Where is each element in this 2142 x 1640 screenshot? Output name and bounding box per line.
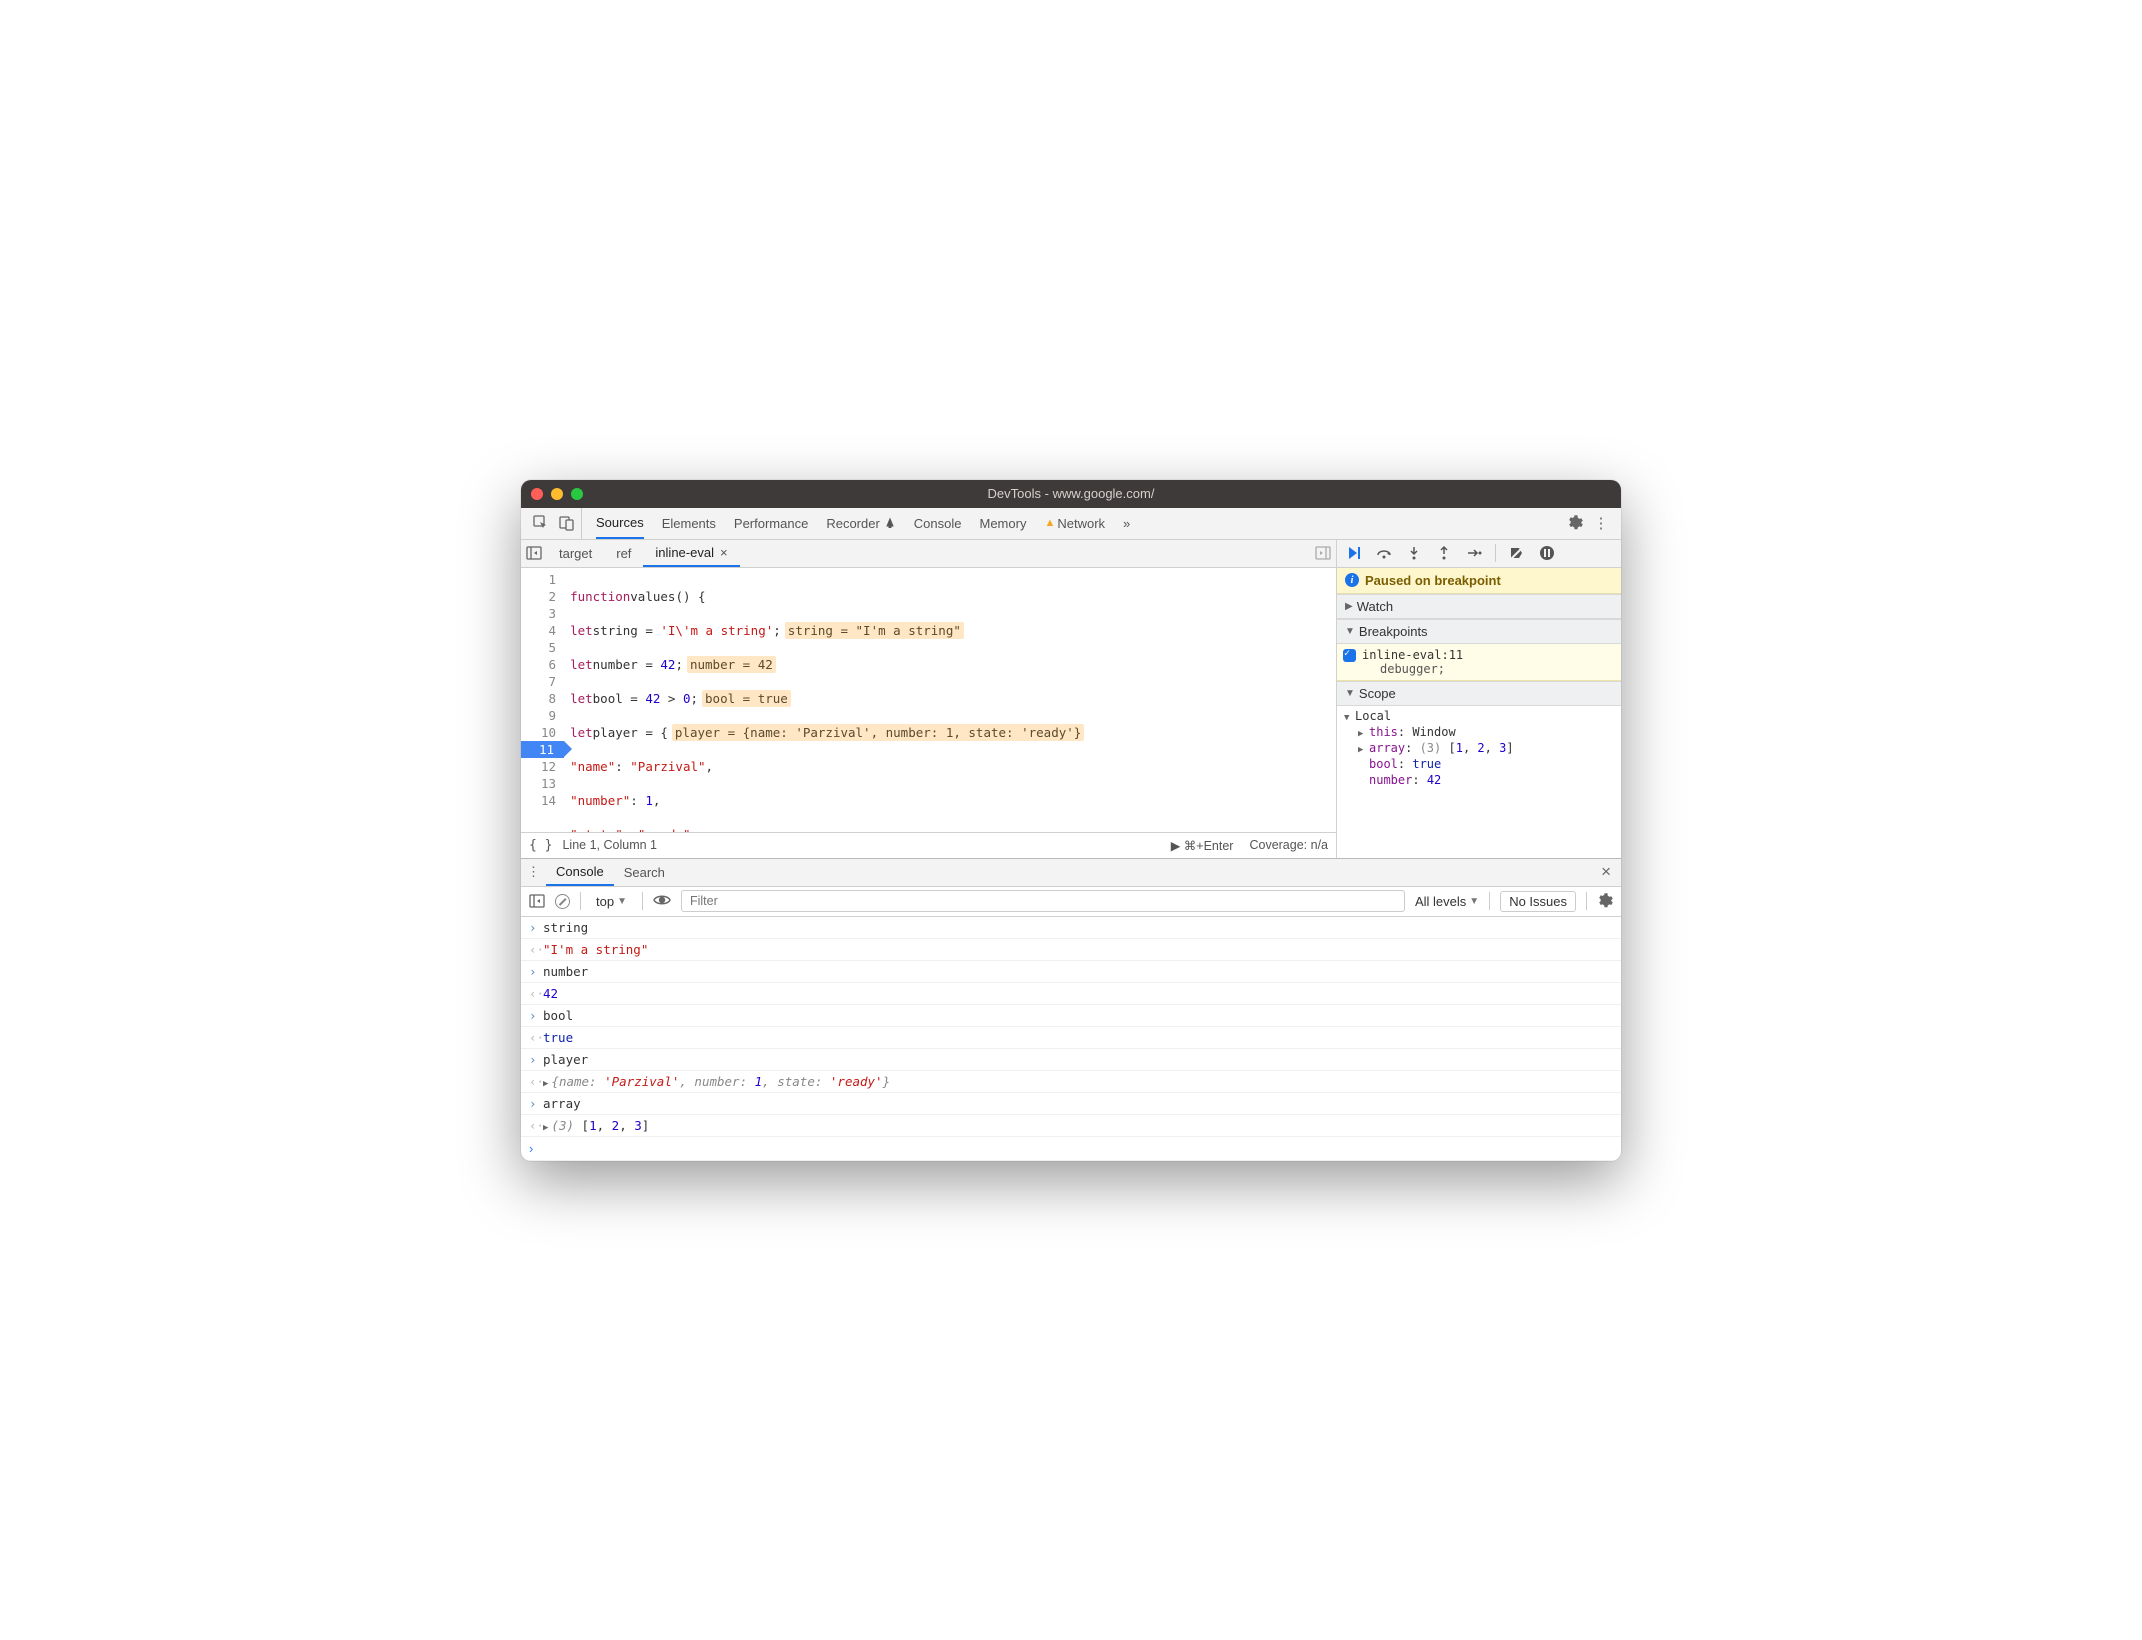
inline-eval-badge: bool = true — [702, 690, 791, 707]
step-into-button[interactable] — [1405, 544, 1423, 562]
clear-console-icon[interactable] — [555, 894, 570, 909]
console-row: ‹·"I'm a string" — [521, 939, 1621, 961]
console-row: ‹·▶{name: 'Parzival', number: 1, state: … — [521, 1071, 1621, 1093]
console-row: ›array — [521, 1093, 1621, 1115]
paused-banner: i Paused on breakpoint — [1337, 568, 1621, 594]
main-toolbar: Sources Elements Performance Recorder Co… — [521, 508, 1621, 540]
step-button[interactable] — [1465, 544, 1483, 562]
step-over-button[interactable] — [1375, 544, 1393, 562]
output-arrow-icon: ‹· — [529, 1030, 543, 1045]
step-out-button[interactable] — [1435, 544, 1453, 562]
console-row: ›bool — [521, 1005, 1621, 1027]
titlebar: DevTools - www.google.com/ — [521, 480, 1621, 508]
inline-eval-badge: number = 42 — [687, 656, 776, 673]
file-tab-ref[interactable]: ref — [604, 540, 643, 567]
console-prompt[interactable]: › — [521, 1137, 1621, 1161]
output-arrow-icon: ‹· — [529, 1118, 543, 1133]
output-arrow-icon: ‹· — [529, 942, 543, 957]
inspect-element-icon[interactable] — [533, 515, 549, 531]
input-arrow-icon: › — [529, 1008, 543, 1023]
console-row: ‹·42 — [521, 983, 1621, 1005]
live-expression-icon[interactable] — [653, 893, 671, 910]
panel-tabs: Sources Elements Performance Recorder Co… — [581, 508, 1144, 539]
inline-eval-badge: string = "I'm a string" — [785, 622, 964, 639]
input-arrow-icon: › — [529, 1096, 543, 1111]
context-selector[interactable]: top ▼ — [591, 892, 632, 911]
tab-network[interactable]: Network — [1044, 508, 1105, 539]
editor-tabbar: target ref inline-eval× — [521, 540, 1336, 568]
editor-pane: 1234567891011121314 function values() { … — [521, 568, 1336, 858]
tab-memory[interactable]: Memory — [980, 508, 1027, 539]
close-drawer-icon[interactable]: × — [1597, 862, 1615, 882]
console-toolbar: top ▼ All levels ▼ No Issues — [521, 887, 1621, 917]
pretty-print-icon[interactable]: { } — [529, 838, 552, 853]
more-tabs-button[interactable]: » — [1123, 508, 1130, 539]
console-settings-icon[interactable] — [1597, 893, 1613, 909]
console-row: ›player — [521, 1049, 1621, 1071]
drawer-tab-console[interactable]: Console — [546, 859, 614, 886]
output-arrow-icon: ‹· — [529, 986, 543, 1001]
filter-input[interactable] — [681, 890, 1405, 912]
breakpoint-item[interactable]: inline-eval:11 debugger; — [1337, 644, 1621, 681]
kebab-menu-icon[interactable]: ⋮ — [1593, 515, 1609, 531]
file-tab-target[interactable]: target — [547, 540, 604, 567]
warning-icon — [1044, 517, 1055, 529]
pause-on-exceptions-button[interactable] — [1538, 544, 1556, 562]
drawer-tab-search[interactable]: Search — [614, 859, 675, 886]
file-tab-inline-eval[interactable]: inline-eval× — [643, 540, 739, 567]
window-title: DevTools - www.google.com/ — [521, 486, 1621, 501]
navigator-toggle-icon[interactable] — [521, 545, 547, 561]
console-drawer: ⋮ Console Search × top ▼ All levels ▼ No… — [521, 858, 1621, 1161]
resume-button[interactable] — [1345, 544, 1363, 562]
output-arrow-icon: ‹· — [529, 1074, 543, 1089]
console-row: ›string — [521, 917, 1621, 939]
scope-bool: bool: true — [1341, 756, 1617, 772]
issues-button[interactable]: No Issues — [1500, 891, 1576, 912]
inline-eval-badge: player = {name: 'Parzival', number: 1, s… — [672, 724, 1084, 741]
tab-console[interactable]: Console — [914, 508, 962, 539]
log-levels-selector[interactable]: All levels ▼ — [1415, 894, 1479, 909]
deactivate-breakpoints-button[interactable] — [1508, 544, 1526, 562]
code-area[interactable]: function values() { let string = 'I\'m a… — [564, 568, 1336, 832]
console-row: ‹·true — [521, 1027, 1621, 1049]
console-sidebar-toggle-icon[interactable] — [529, 893, 545, 909]
console-row: ›number — [521, 961, 1621, 983]
debugger-toolbar — [1336, 540, 1621, 568]
input-arrow-icon: › — [529, 1052, 543, 1067]
breakpoints-section-header[interactable]: ▼Breakpoints — [1337, 619, 1621, 644]
scope-section-header[interactable]: ▼Scope — [1337, 681, 1621, 706]
cursor-position: Line 1, Column 1 — [562, 838, 657, 852]
info-icon: i — [1345, 573, 1359, 587]
breakpoint-checkbox[interactable] — [1343, 649, 1356, 662]
line-gutter: 1234567891011121314 — [521, 568, 564, 832]
editor-statusbar: { } Line 1, Column 1 ▶ ⌘+Enter Coverage:… — [521, 832, 1336, 858]
scope-number: number: 42 — [1341, 772, 1617, 788]
tab-recorder[interactable]: Recorder — [826, 508, 895, 539]
tab-elements[interactable]: Elements — [662, 508, 716, 539]
scope-body: ▼Local ▶this: Window ▶array: (3) [1, 2, … — [1337, 706, 1621, 790]
drawer-menu-icon[interactable]: ⋮ — [527, 864, 540, 880]
input-arrow-icon: › — [529, 964, 543, 979]
input-arrow-icon: › — [529, 920, 543, 935]
run-snippet-button[interactable]: ▶ ⌘+Enter — [1171, 838, 1234, 853]
scope-this[interactable]: ▶this: Window — [1341, 724, 1617, 740]
devtools-window: DevTools - www.google.com/ Sources Eleme… — [521, 480, 1621, 1161]
scope-local[interactable]: ▼Local — [1341, 708, 1617, 724]
settings-icon[interactable] — [1567, 515, 1583, 531]
debugger-sidebar: i Paused on breakpoint ▶Watch ▼Breakpoin… — [1336, 568, 1621, 858]
console-output[interactable]: ›string‹·"I'm a string"›number‹·42›bool‹… — [521, 917, 1621, 1137]
close-tab-icon[interactable]: × — [720, 545, 728, 560]
console-row: ‹·▶(3) [1, 2, 3] — [521, 1115, 1621, 1137]
tab-sources[interactable]: Sources — [596, 508, 644, 539]
scope-array[interactable]: ▶array: (3) [1, 2, 3] — [1341, 740, 1617, 756]
debugger-toggle-icon[interactable] — [1310, 545, 1336, 561]
tab-performance[interactable]: Performance — [734, 508, 808, 539]
device-toolbar-icon[interactable] — [559, 515, 575, 531]
coverage-label: Coverage: n/a — [1249, 838, 1328, 852]
watch-section-header[interactable]: ▶Watch — [1337, 594, 1621, 619]
